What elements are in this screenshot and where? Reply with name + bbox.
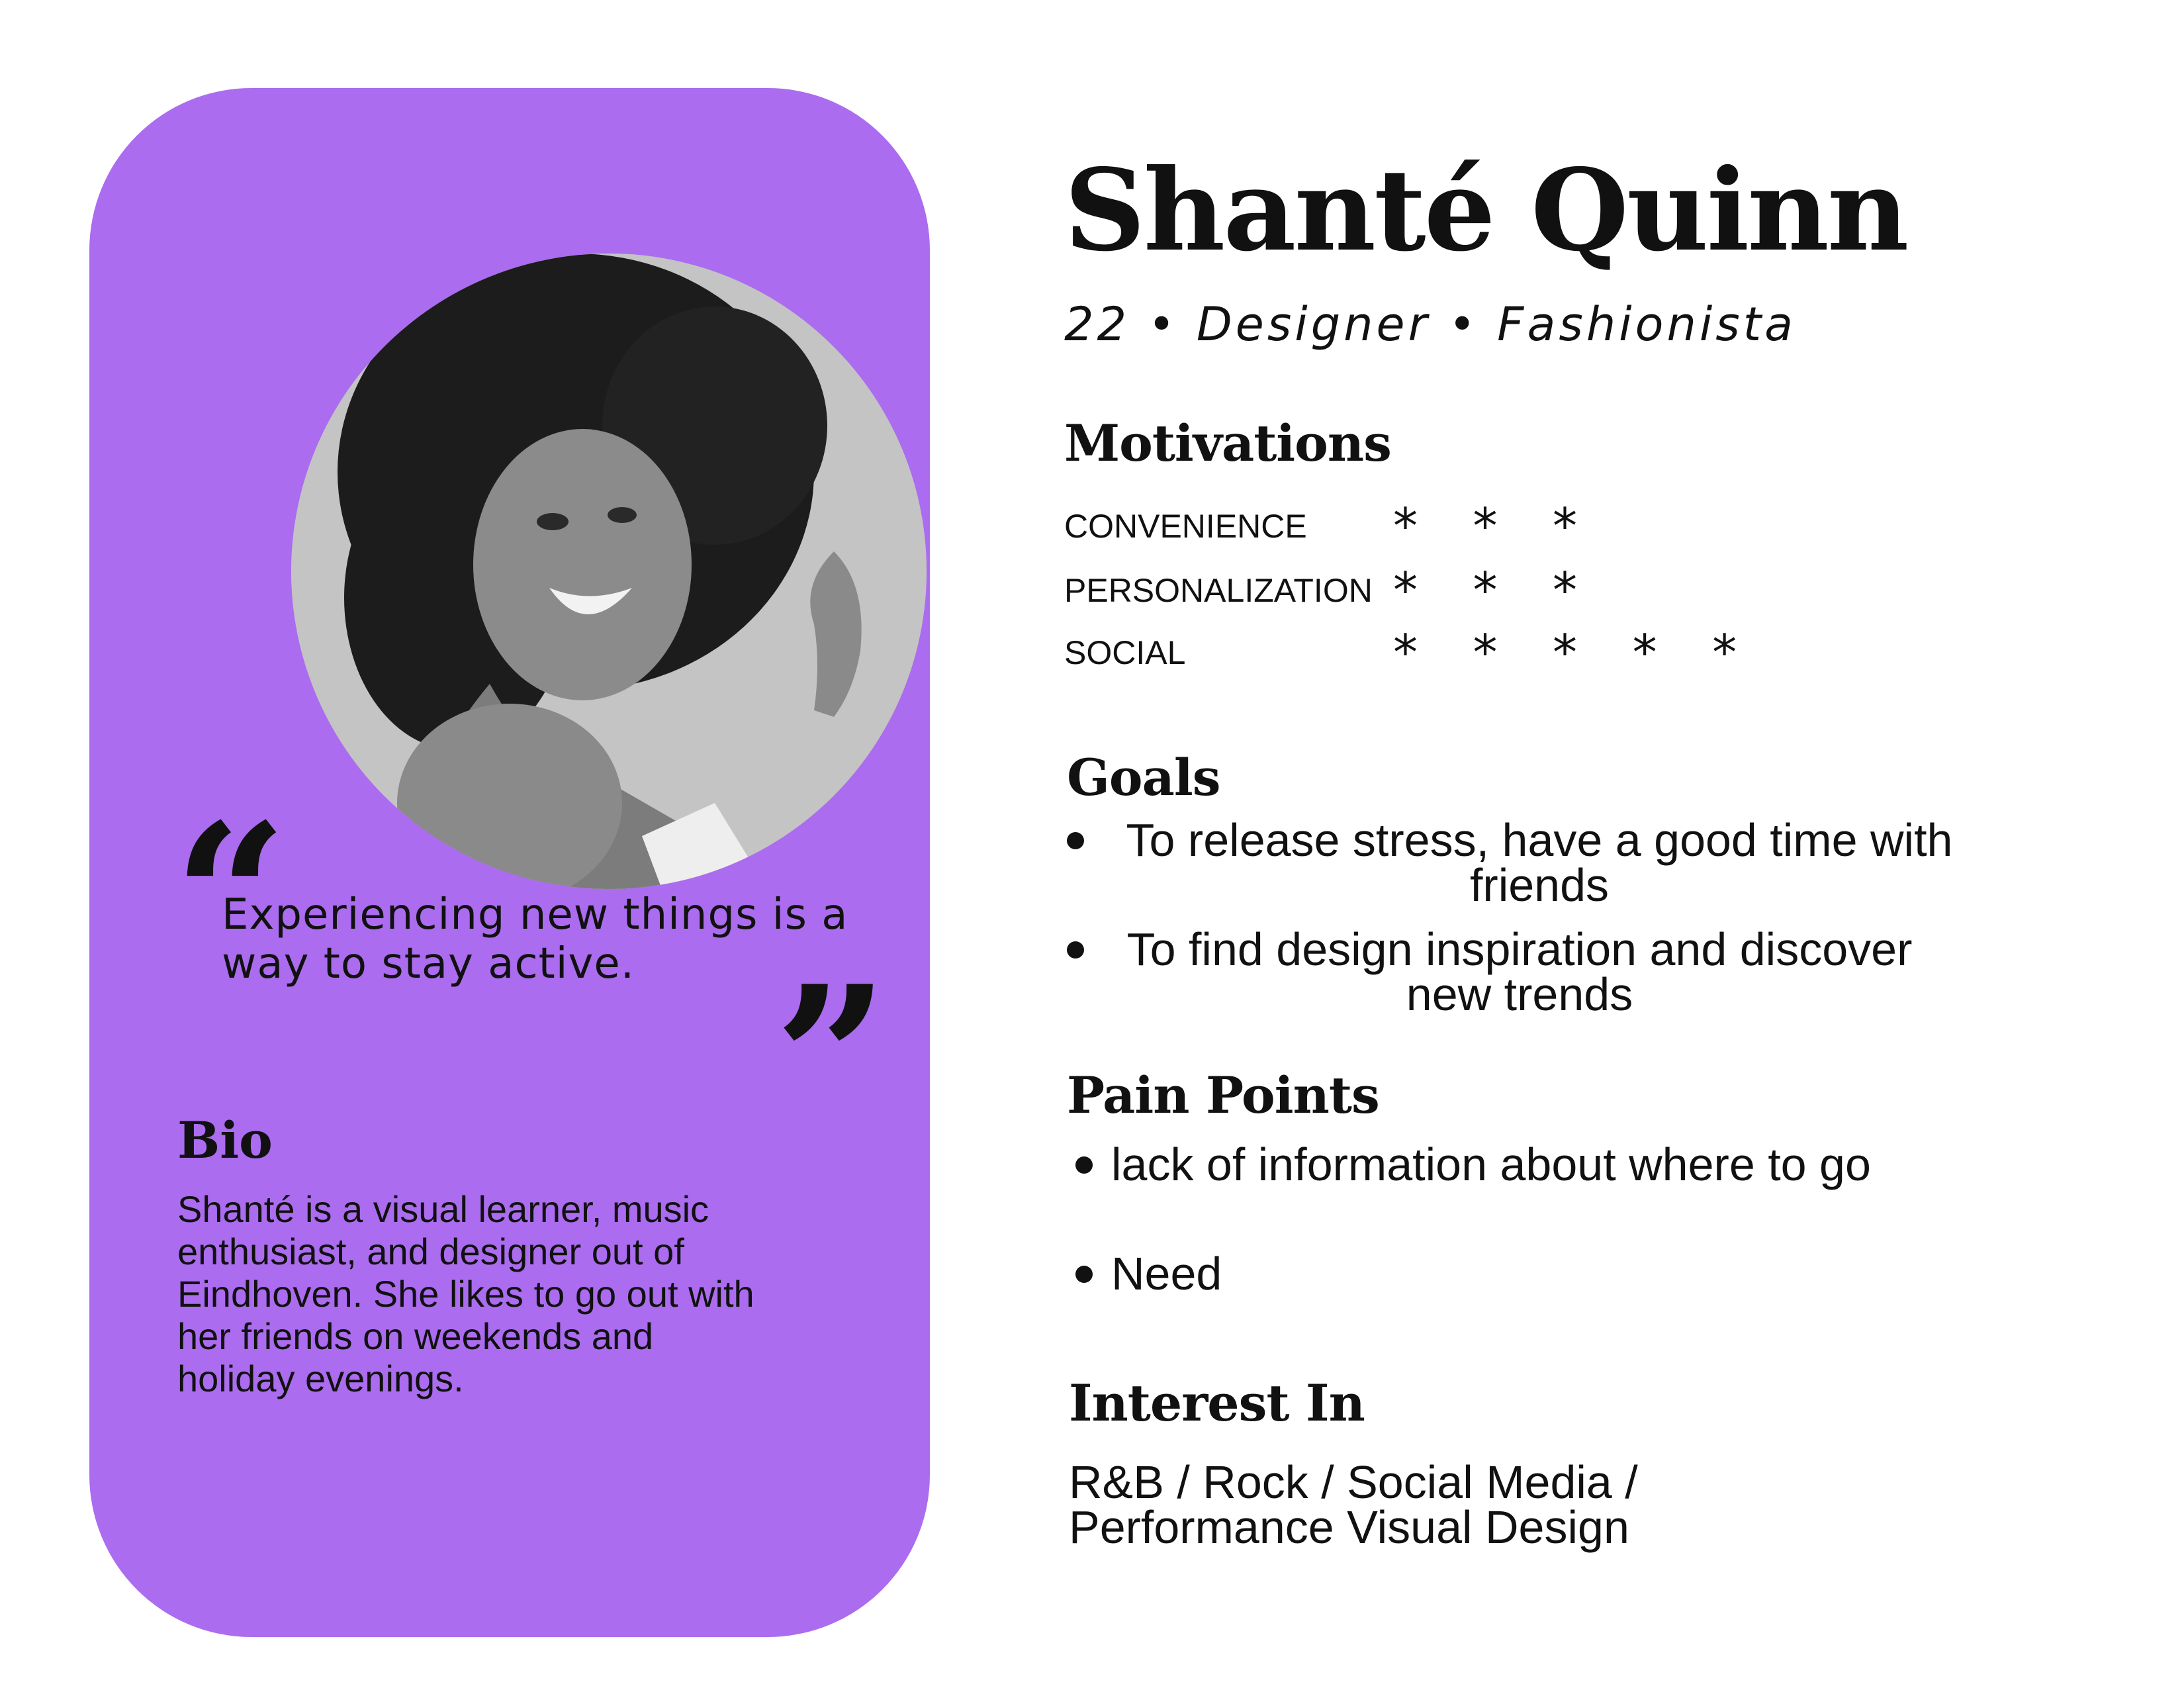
motivation-rating-personalization: * * * — [1393, 562, 1598, 619]
interests-heading: Interest In — [1069, 1374, 1365, 1432]
pain-points-heading: Pain Points — [1067, 1066, 1380, 1125]
goal-text: To release stress, have a good time with… — [1126, 814, 1953, 911]
persona-tagline: 22 • Designer • Fashionista — [1064, 297, 1797, 352]
bio-text: Shanté is a visual learner, music enthus… — [177, 1188, 754, 1399]
motivation-label-convenience: CONVENIENCE — [1064, 508, 1307, 545]
pain-point-item: Need — [1075, 1248, 1222, 1299]
pain-point-item: lack of information about where to go — [1075, 1139, 1871, 1190]
motivation-rating-social: * * * * * — [1393, 624, 1757, 681]
goal-item: To find design inspiration and discover … — [1067, 923, 1993, 1020]
pain-point-text: lack of information about where to go — [1111, 1139, 1871, 1190]
interests-text: R&B / Rock / Social Media / Performance … — [1069, 1456, 1638, 1553]
goal-item: To release stress, have a good time with… — [1067, 814, 1993, 911]
pain-point-text: Need — [1111, 1248, 1222, 1299]
bullet-icon — [1075, 1156, 1093, 1174]
goal-text: To find design inspiration and discover … — [1126, 923, 1913, 1020]
persona-quote: Experiencing new things is a way to stay… — [222, 890, 848, 988]
bullet-icon — [1075, 1266, 1093, 1283]
bio-heading: Bio — [177, 1111, 273, 1170]
goals-heading: Goals — [1067, 748, 1220, 807]
bullet-icon — [1067, 941, 1084, 959]
bullet-icon — [1067, 832, 1084, 849]
motivations-heading: Motivations — [1064, 414, 1392, 473]
motivation-label-personalization: PERSONALIZATION — [1064, 572, 1373, 609]
motivation-rating-convenience: * * * — [1393, 498, 1598, 555]
persona-name: Shanté Quinn — [1064, 144, 1909, 277]
profile-photo — [291, 254, 927, 889]
motivation-label-social: SOCIAL — [1064, 634, 1186, 671]
close-quote-icon: ” — [774, 942, 889, 1176]
